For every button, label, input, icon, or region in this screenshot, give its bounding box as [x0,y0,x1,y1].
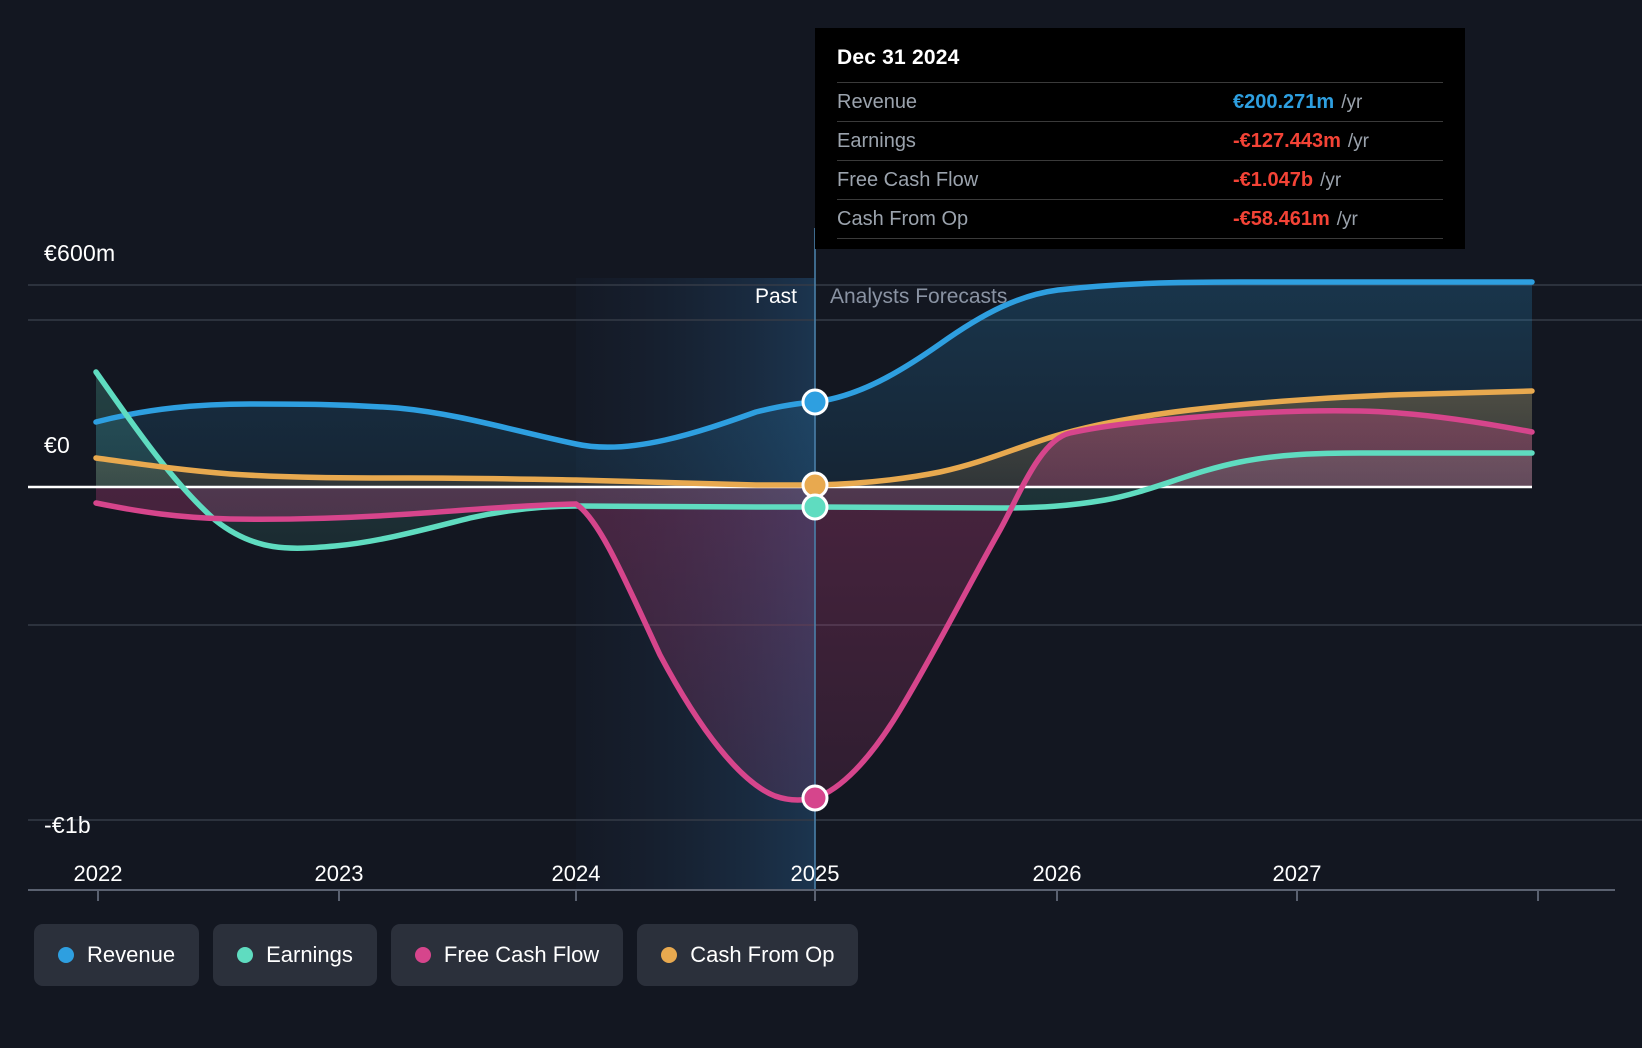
legend-item-earnings[interactable]: Earnings [213,924,377,986]
legend-item-free-cash-flow[interactable]: Free Cash Flow [390,924,624,986]
cash-from-op-color-dot-icon [661,947,678,963]
revenue-color-dot-icon [58,947,74,963]
x-axis-ticks [97,890,1539,901]
tooltip-unit-free-cash-flow: /yr [1320,170,1342,191]
tooltip-label-revenue: Revenue [837,91,918,113]
tooltip-value-free-cash-flow: -€1.047b [1233,169,1314,191]
legend-label-earnings: Earnings [266,942,353,967]
tooltip-unit-revenue: /yr [1341,92,1363,113]
x-axis-label-2024: 2024 [551,861,601,886]
tooltip-label-free-cash-flow: Free Cash Flow [837,169,979,191]
legend-label-cash-from-op: Cash From Op [690,942,835,967]
x-axis-label-2027: 2027 [1272,861,1322,886]
tooltip-date: Dec 31 2024 [837,46,960,69]
data-tooltip: Dec 31 2024 Revenue €200.271m /yr Earnin… [815,28,1465,249]
tooltip-value-cash-from-op: -€58.461m [1233,208,1330,230]
y-axis-label-bottom: -€1b [44,812,91,838]
legend-label-revenue: Revenue [87,942,176,967]
marker-free-cash-flow[interactable] [801,784,829,812]
tooltip-unit-cash-from-op: /yr [1336,209,1358,230]
y-axis-label-top: €600m [44,240,116,266]
marker-revenue[interactable] [801,388,829,416]
tooltip-row-cash-from-op: Cash From Op -€58.461m /yr [837,199,1443,239]
tooltip-row-earnings: Earnings -€127.443m /yr [837,121,1443,160]
x-axis-label-2026: 2026 [1032,861,1082,886]
tooltip-unit-earnings: /yr [1347,131,1369,152]
marker-earnings[interactable] [801,493,829,521]
free-cash-flow-color-dot-icon [414,947,431,963]
forecast-period-label: Analysts Forecasts [830,285,1008,308]
marker-cash-from-op[interactable] [801,471,829,499]
x-axis-label-2023: 2023 [314,861,364,886]
tooltip-value-revenue: €200.271m [1233,91,1335,113]
financial-performance-chart: €600m €0 -€1b 2022 2023 2024 2025 2026 2… [0,0,1642,1048]
y-axis-label-zero: €0 [44,432,70,458]
tooltip-value-earnings: -€127.443m [1233,130,1341,152]
chart-legend: Revenue Earnings Free Cash Flow Cash Fro… [34,924,859,986]
x-axis-label-2022: 2022 [73,861,123,886]
earnings-color-dot-icon [237,947,254,963]
legend-item-revenue[interactable]: Revenue [34,924,200,986]
x-axis-label-2025: 2025 [790,861,840,886]
past-period-label: Past [754,285,797,308]
legend-item-cash-from-op[interactable]: Cash From Op [637,924,859,986]
legend-label-free-cash-flow: Free Cash Flow [443,942,600,967]
tooltip-label-earnings: Earnings [837,130,916,152]
tooltip-row-free-cash-flow: Free Cash Flow -€1.047b /yr [837,160,1443,199]
tooltip-label-cash-from-op: Cash From Op [837,208,969,230]
tooltip-row-revenue: Revenue €200.271m /yr [837,82,1443,121]
